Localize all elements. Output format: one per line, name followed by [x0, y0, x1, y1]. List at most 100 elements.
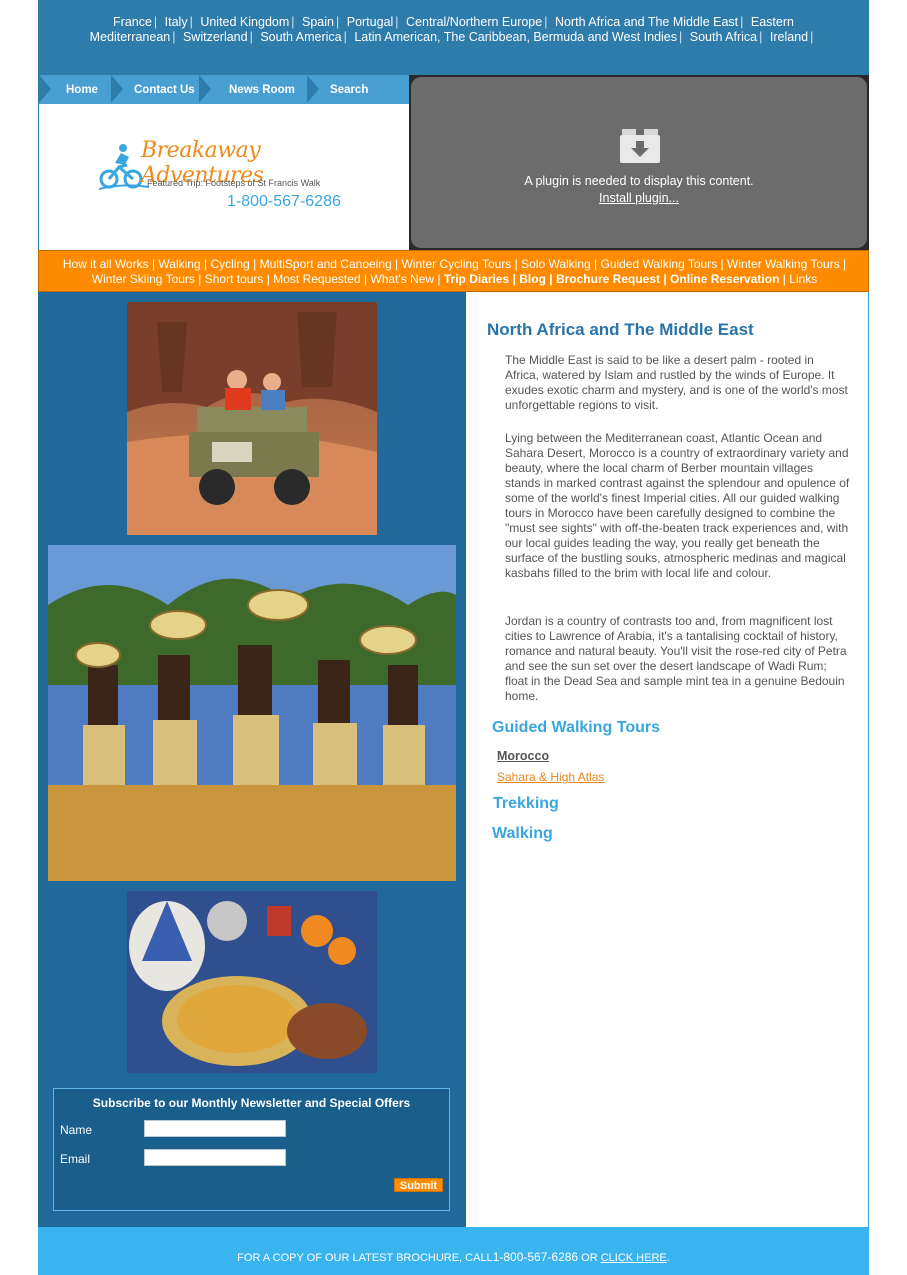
destination-link[interactable]: South Africa — [690, 30, 757, 44]
menu-link[interactable]: Cycling — [210, 257, 249, 271]
separator: | — [189, 15, 193, 29]
nav-news-room[interactable]: News Room — [229, 75, 295, 104]
destination-link[interactable]: Ireland — [770, 30, 808, 44]
separator: | — [511, 257, 522, 271]
separator: | — [249, 30, 253, 44]
destination-link[interactable]: Italy — [165, 15, 188, 29]
destination-link[interactable]: South America — [260, 30, 341, 44]
nav-arrow-decoration — [39, 75, 51, 103]
destination-link[interactable]: Latin American, The Caribbean, Bermuda a… — [354, 30, 677, 44]
nav-contact-us[interactable]: Contact Us — [134, 75, 195, 104]
menu-link[interactable]: MultiSport and Canoeing — [260, 257, 392, 271]
header-phone: 1-800-567-6286 — [227, 193, 341, 210]
separator: | — [434, 272, 444, 286]
intro-paragraph: The Middle East is said to be like a des… — [505, 353, 848, 412]
menu-link[interactable]: How it all Works — [63, 257, 149, 271]
site-logo[interactable]: Breakaway Adventures Featured Trip: Foot… — [99, 138, 359, 213]
menu-link[interactable]: Walking — [158, 257, 200, 271]
separator: | — [291, 15, 295, 29]
walking-heading[interactable]: Walking — [492, 825, 553, 843]
separator: | — [590, 257, 601, 271]
separator: | — [810, 30, 814, 44]
separator: | — [360, 272, 371, 286]
dancers-photo — [48, 545, 456, 881]
morocco-link[interactable]: Morocco — [497, 749, 549, 763]
footer-middle: OR — [578, 1252, 601, 1264]
separator: | — [249, 257, 260, 271]
footer: FOR A COPY OF OUR LATEST BROCHURE, CALL1… — [38, 1227, 869, 1275]
separator: | — [509, 272, 520, 286]
footer-suffix: . — [666, 1252, 670, 1264]
menu-link[interactable]: Short tours — [205, 272, 264, 286]
trekking-heading[interactable]: Trekking — [493, 795, 559, 813]
separator: | — [545, 272, 556, 286]
category-links: How it all Works | Walking | Cycling | M… — [49, 257, 860, 287]
separator: | — [200, 257, 211, 271]
sahara-high-atlas-link[interactable]: Sahara & High Atlas — [497, 770, 604, 784]
nav-arrow-decoration — [199, 75, 211, 103]
name-label: Name — [60, 1123, 93, 1137]
plugin-placeholder: A plugin is needed to display this conte… — [409, 75, 869, 250]
desert-jeep-photo — [127, 302, 377, 535]
newsletter-title: Subscribe to our Monthly Newsletter and … — [92, 1096, 411, 1110]
newsletter-box: Subscribe to our Monthly Newsletter and … — [53, 1088, 450, 1211]
destination-link[interactable]: Spain — [302, 15, 334, 29]
moroccan-food-photo — [127, 891, 377, 1073]
destination-link[interactable]: France — [113, 15, 152, 29]
email-field[interactable] — [144, 1149, 286, 1166]
main-content: North Africa and The Middle East The Mid… — [466, 292, 869, 1227]
email-label: Email — [60, 1152, 91, 1166]
featured-trip-text: Featured Trip: Footsteps of St Francis W… — [147, 178, 321, 188]
separator: | — [740, 15, 744, 29]
menu-link[interactable]: Most Requested — [273, 272, 360, 286]
menu-link[interactable]: Links — [789, 272, 817, 286]
main-nav: Home Contact Us News Room Search — [39, 75, 410, 104]
menu-link[interactable]: Guided Walking Tours — [600, 257, 717, 271]
category-menu: How it all Works | Walking | Cycling | M… — [38, 250, 869, 292]
separator: | — [343, 30, 347, 44]
page-wrapper: France | Italy | United Kingdom | Spain | Po… — [38, 0, 869, 1275]
destination-link[interactable]: Portugal — [347, 15, 394, 29]
footer-text: FOR A COPY OF OUR LATEST BROCHURE, CALL1… — [38, 1250, 869, 1264]
separator: | — [839, 257, 847, 271]
destination-link[interactable]: Switzerland — [183, 30, 248, 44]
menu-link[interactable]: What's New — [370, 272, 434, 286]
separator: | — [336, 15, 340, 29]
menu-link[interactable]: Solo Walking — [521, 257, 591, 271]
left-column: Subscribe to our Monthly Newsletter and … — [38, 292, 466, 1227]
separator: | — [395, 15, 399, 29]
separator: | — [391, 257, 402, 271]
menu-link[interactable]: Online Reservation — [670, 272, 779, 286]
separator: | — [544, 15, 548, 29]
morocco-paragraph: Lying between the Mediterranean coast, A… — [505, 431, 850, 580]
separator: | — [148, 257, 159, 271]
plugin-panel: A plugin is needed to display this conte… — [411, 77, 867, 248]
footer-click-here-link[interactable]: CLICK HERE — [601, 1252, 667, 1264]
menu-link[interactable]: Winter Cycling Tours — [401, 257, 511, 271]
destinations-bar: France | Italy | United Kingdom | Spain | Po… — [38, 0, 869, 75]
menu-link[interactable]: Blog — [519, 272, 546, 286]
menu-link[interactable]: Trip Diaries — [444, 272, 509, 286]
page-title: North Africa and The Middle East — [487, 320, 754, 339]
jordan-paragraph: Jordan is a country of contrasts too and… — [505, 614, 847, 703]
name-field[interactable] — [144, 1120, 286, 1137]
destination-link[interactable]: Central/Northern Europe — [406, 15, 542, 29]
nav-arrow-decoration — [307, 75, 319, 103]
destination-link[interactable]: United Kingdom — [200, 15, 289, 29]
separator: | — [660, 272, 671, 286]
install-plugin-link[interactable]: Install plugin... — [411, 191, 867, 205]
destination-link[interactable]: North Africa and The Middle East — [555, 15, 738, 29]
menu-link[interactable]: Brochure Request — [556, 272, 660, 286]
submit-button[interactable]: Submit — [394, 1178, 443, 1192]
nav-arrow-decoration — [111, 75, 123, 103]
footer-prefix: FOR A COPY OF OUR LATEST BROCHURE, CALL — [237, 1252, 493, 1264]
menu-link[interactable]: Winter Walking Tours — [727, 257, 840, 271]
menu-link[interactable]: Winter Skiing Tours — [92, 272, 195, 286]
separator: | — [779, 272, 790, 286]
separator: | — [679, 30, 683, 44]
guided-walking-tours-heading[interactable]: Guided Walking Tours — [492, 719, 660, 737]
header-left: Home Contact Us News Room Search Breakaw… — [38, 75, 410, 250]
nav-search[interactable]: Search — [330, 75, 368, 104]
nav-home[interactable]: Home — [66, 75, 98, 104]
separator: | — [759, 30, 763, 44]
